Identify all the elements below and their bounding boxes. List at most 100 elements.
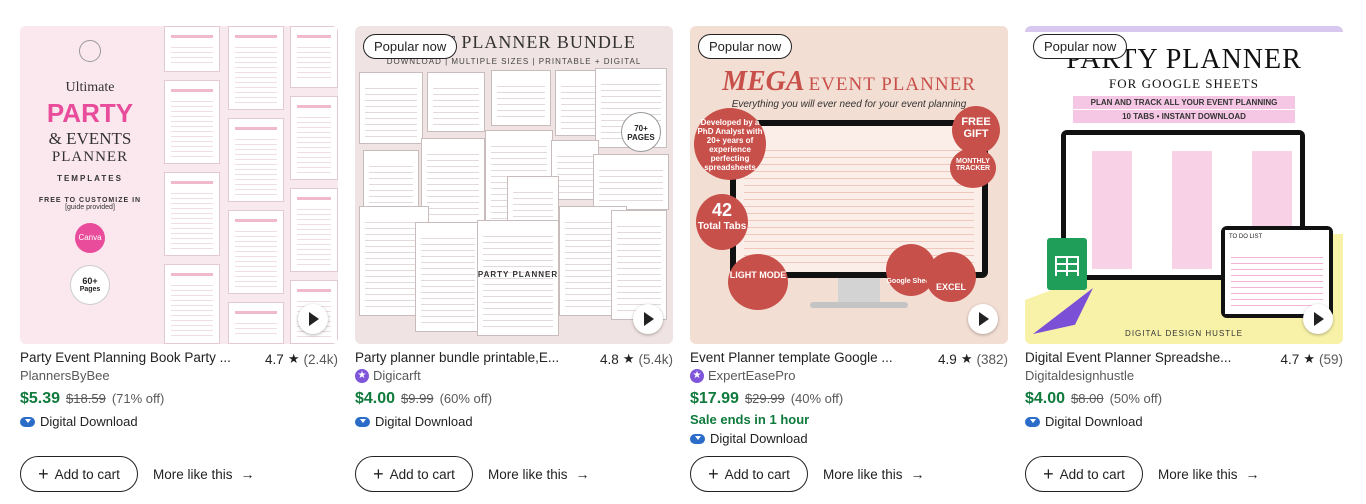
cover-panel: Ultimate PARTY & EVENTS PLANNER TEMPLATE… bbox=[20, 26, 160, 344]
listing-card[interactable]: EVENT PLANNER BUNDLE DOWNLOAD | MULTIPLE… bbox=[355, 26, 673, 492]
popular-badge: Popular now bbox=[698, 34, 793, 59]
original-price: $9.99 bbox=[401, 391, 434, 406]
shop-name-text[interactable]: ExpertEasePro bbox=[708, 368, 795, 383]
sheet-preview bbox=[164, 26, 220, 72]
original-price: $29.99 bbox=[744, 391, 785, 406]
plus-icon: + bbox=[373, 464, 384, 484]
add-to-cart-label: Add to cart bbox=[389, 466, 455, 482]
listing-thumbnail[interactable]: EVENT PLANNER BUNDLE DOWNLOAD | MULTIPLE… bbox=[355, 26, 673, 344]
shop-name[interactable]: Digitaldesignhustle bbox=[1025, 368, 1134, 383]
digital-download: Digital Download bbox=[355, 414, 473, 429]
popular-badge: Popular now bbox=[363, 34, 458, 59]
more-like-this-label: More like this bbox=[1158, 466, 1238, 482]
cover-text: 10 TABS • INSTANT DOWNLOAD bbox=[1073, 110, 1295, 123]
review-count: (5.4k) bbox=[638, 351, 673, 367]
add-to-cart-button[interactable]: + Add to cart bbox=[20, 456, 138, 492]
discount: (50% off) bbox=[1109, 391, 1163, 406]
cover-text: MEGA bbox=[722, 66, 805, 97]
more-like-this-link[interactable]: More like this → bbox=[1158, 466, 1260, 482]
excel-icon: EXCEL bbox=[926, 252, 976, 302]
digital-download-label: Digital Download bbox=[40, 414, 138, 429]
pages-label: PAGES bbox=[627, 133, 655, 142]
shop-name-text[interactable]: Digicarft bbox=[373, 368, 421, 383]
free-gift-badge: FREE GIFT bbox=[952, 106, 1000, 154]
digital-download: Digital Download bbox=[1025, 414, 1143, 429]
original-price: $18.59 bbox=[66, 391, 106, 406]
listing-thumbnail[interactable]: MEGA EVENT PLANNER Everything you will e… bbox=[690, 26, 1008, 344]
monthly-tracker-badge: MONTHLY TRACKER bbox=[950, 148, 996, 188]
monitor-base bbox=[810, 302, 908, 308]
rating-value: 4.7 bbox=[265, 351, 284, 367]
logo-icon bbox=[79, 40, 101, 62]
rating: 4.7 ★ (59) bbox=[1281, 350, 1343, 368]
price-row: $5.39 $18.59 (71% off) bbox=[20, 390, 164, 408]
cover-text: TEMPLATES bbox=[57, 174, 123, 183]
more-like-this-link[interactable]: More like this → bbox=[153, 466, 255, 482]
sheet-preview bbox=[228, 302, 284, 344]
phd-badge: Developed by a PhD Analyst with 20+ year… bbox=[694, 108, 766, 180]
arrow-right-icon: → bbox=[240, 466, 255, 482]
listing-title[interactable]: Event Planner template Google ... bbox=[690, 350, 910, 368]
rating: 4.8 ★ (5.4k) bbox=[600, 350, 673, 368]
rating-value: 4.8 bbox=[600, 351, 619, 367]
add-to-cart-button[interactable]: + Add to cart bbox=[355, 456, 473, 492]
tabs-count: 42 bbox=[711, 200, 733, 220]
sheet-preview bbox=[164, 264, 220, 344]
listing-title[interactable]: Digital Event Planner Spreadshe... bbox=[1025, 350, 1245, 368]
listing-card[interactable]: Ultimate PARTY & EVENTS PLANNER TEMPLATE… bbox=[20, 26, 338, 492]
sheet-preview bbox=[228, 26, 284, 110]
cover-text: & EVENTS bbox=[48, 129, 132, 148]
cover-text: FOR GOOGLE SHEETS bbox=[1109, 76, 1259, 91]
play-icon[interactable] bbox=[1303, 304, 1333, 334]
shop-name[interactable]: ★ ExpertEasePro bbox=[690, 368, 795, 383]
play-icon[interactable] bbox=[298, 304, 328, 334]
popular-badge: Popular now bbox=[1033, 34, 1128, 59]
light-mode-badge: LIGHT MODE bbox=[728, 254, 788, 310]
sheet-preview bbox=[228, 210, 284, 294]
page-preview bbox=[427, 72, 485, 132]
page-preview bbox=[359, 72, 423, 144]
tabs-label: Total Tabs bbox=[697, 221, 747, 232]
sheet-preview bbox=[290, 188, 338, 272]
listing-card[interactable]: MEGA EVENT PLANNER Everything you will e… bbox=[690, 26, 1008, 492]
shop-name[interactable]: ★ Digicarft bbox=[355, 368, 421, 383]
more-like-this-label: More like this bbox=[153, 466, 233, 482]
sheet-preview bbox=[290, 26, 338, 88]
pages-badge: 60+ Pages bbox=[70, 265, 110, 305]
shop-name-text[interactable]: Digitaldesignhustle bbox=[1025, 368, 1134, 383]
star-icon: ★ bbox=[960, 351, 973, 366]
plus-icon: + bbox=[38, 464, 49, 484]
sheet-preview bbox=[164, 80, 220, 164]
price-row: $17.99 $29.99 (40% off) bbox=[690, 390, 843, 408]
cover-text: Ultimate bbox=[65, 80, 115, 95]
add-to-cart-label: Add to cart bbox=[54, 466, 120, 482]
plus-icon: + bbox=[708, 464, 719, 484]
cover-heading: MEGA EVENT PLANNER bbox=[690, 66, 1008, 98]
monitor-stand bbox=[838, 278, 880, 302]
pages-label: Pages bbox=[79, 286, 101, 293]
cloud-download-icon bbox=[1025, 416, 1040, 427]
canva-icon: Canva bbox=[75, 223, 105, 253]
price-row: $4.00 $8.00 (50% off) bbox=[1025, 390, 1162, 408]
sale-price: $17.99 bbox=[690, 390, 739, 407]
listing-thumbnail[interactable]: Ultimate PARTY & EVENTS PLANNER TEMPLATE… bbox=[20, 26, 338, 344]
listing-title[interactable]: Party planner bundle printable,E... bbox=[355, 350, 575, 368]
sheet-preview bbox=[228, 118, 284, 202]
more-like-this-link[interactable]: More like this → bbox=[488, 466, 590, 482]
add-to-cart-button[interactable]: + Add to cart bbox=[690, 456, 808, 492]
shop-name-text[interactable]: PlannersByBee bbox=[20, 368, 110, 383]
listing-thumbnail[interactable]: PARTY PLANNER FOR GOOGLE SHEETS PLAN AND… bbox=[1025, 26, 1343, 344]
listing-card[interactable]: PARTY PLANNER FOR GOOGLE SHEETS PLAN AND… bbox=[1025, 26, 1343, 492]
add-to-cart-button[interactable]: + Add to cart bbox=[1025, 456, 1143, 492]
digital-download: Digital Download bbox=[690, 431, 808, 446]
more-like-this-link[interactable]: More like this → bbox=[823, 466, 925, 482]
listing-title[interactable]: Party Event Planning Book Party ... bbox=[20, 350, 240, 368]
shop-name[interactable]: PlannersByBee bbox=[20, 368, 110, 383]
digital-download-label: Digital Download bbox=[710, 431, 808, 446]
review-count: (382) bbox=[976, 351, 1008, 367]
digital-download-label: Digital Download bbox=[1045, 414, 1143, 429]
cover-text: EVENT PLANNER bbox=[808, 74, 976, 95]
sale-price: $4.00 bbox=[355, 390, 396, 407]
play-icon[interactable] bbox=[968, 304, 998, 334]
play-icon[interactable] bbox=[633, 304, 663, 334]
